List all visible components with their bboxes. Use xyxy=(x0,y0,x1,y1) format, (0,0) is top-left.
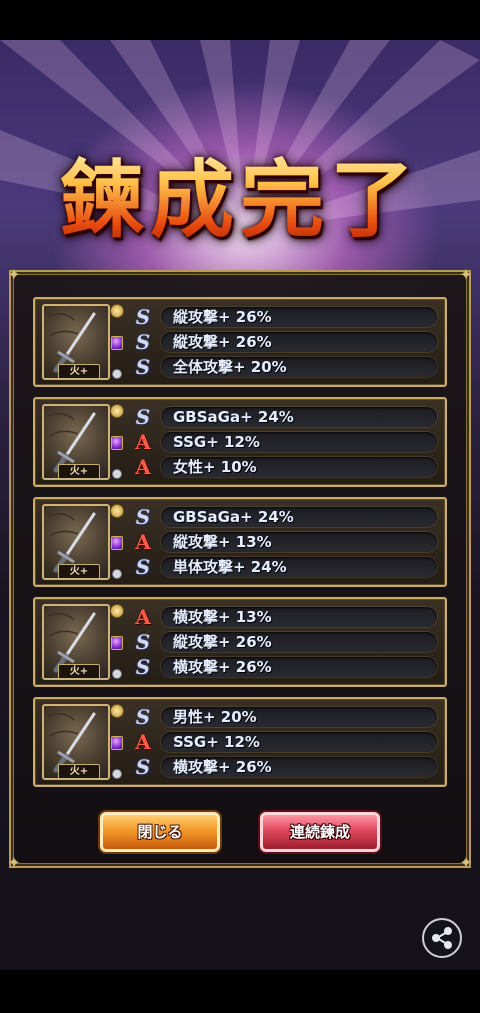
skill-text: 男性+ 20% xyxy=(173,708,257,726)
skill-text: 縦攻撃+ 26% xyxy=(173,308,272,326)
orb-icon xyxy=(112,669,122,679)
slot-icons xyxy=(110,303,126,383)
medal-icon xyxy=(110,704,124,718)
skill-row: S 縦攻撃+ 26% xyxy=(133,306,439,328)
rank-a-icon: A xyxy=(135,730,151,754)
skill-row: S 縦攻撃+ 26% xyxy=(133,631,439,653)
rank-a-icon: A xyxy=(135,430,151,454)
orb-icon xyxy=(112,469,122,479)
skill-row: A 縦攻撃+ 13% xyxy=(133,531,439,553)
skill-row: S 単体攻撃+ 24% xyxy=(133,556,439,578)
rank-s-icon: S xyxy=(135,755,151,779)
rank-s-icon: S xyxy=(135,505,151,529)
skill-row: A SSG+ 12% xyxy=(133,431,439,453)
sword-icon: 火+ xyxy=(42,704,110,780)
skill-text: SSG+ 12% xyxy=(173,433,260,451)
skill-row: S 横攻撃+ 26% xyxy=(133,756,439,778)
skill-text: 縦攻撃+ 26% xyxy=(173,333,272,351)
rank-a-icon: A xyxy=(135,455,151,479)
corner-ornament: ✦ xyxy=(7,265,21,284)
skill-row: S 男性+ 20% xyxy=(133,706,439,728)
skill-row: S 縦攻撃+ 26% xyxy=(133,331,439,353)
corner-ornament: ✦ xyxy=(459,853,473,872)
element-badge: 火+ xyxy=(58,664,100,678)
sword-icon: 火+ xyxy=(42,304,110,380)
skill-text: 縦攻撃+ 13% xyxy=(173,533,272,551)
element-badge: 火+ xyxy=(58,564,100,578)
skill-row: S GBSaGa+ 24% xyxy=(133,406,439,428)
orb-icon xyxy=(112,769,122,779)
skill-text: GBSaGa+ 24% xyxy=(173,408,294,426)
share-icon[interactable] xyxy=(422,918,462,958)
gem-icon xyxy=(111,436,123,450)
rank-s-icon: S xyxy=(135,630,151,654)
rank-s-icon: S xyxy=(135,655,151,679)
orb-icon xyxy=(112,369,122,379)
system-nav-bar xyxy=(0,970,480,1013)
rank-s-icon: S xyxy=(135,405,151,429)
medal-icon xyxy=(110,504,124,518)
weapon-result-card[interactable]: 火+ A 横攻撃+ 13% S 縦攻撃+ 26% S 横攻撃+ 26% xyxy=(33,597,447,687)
rank-a-icon: A xyxy=(135,530,151,554)
skill-text: 単体攻撃+ 24% xyxy=(173,558,287,576)
rank-s-icon: S xyxy=(135,355,151,379)
gem-icon xyxy=(111,736,123,750)
element-badge: 火+ xyxy=(58,764,100,778)
skill-row: A 女性+ 10% xyxy=(133,456,439,478)
skill-text: 横攻撃+ 13% xyxy=(173,608,272,626)
weapon-result-card[interactable]: 火+ S GBSaGa+ 24% A 縦攻撃+ 13% S 単体攻撃+ 24% xyxy=(33,497,447,587)
medal-icon xyxy=(110,404,124,418)
sword-icon: 火+ xyxy=(42,404,110,480)
slot-icons xyxy=(110,403,126,483)
skill-row: S GBSaGa+ 24% xyxy=(133,506,439,528)
skill-row: S 全体攻撃+ 20% xyxy=(133,356,439,378)
repeat-forge-button[interactable]: 連続鍊成 xyxy=(260,812,380,852)
orb-icon xyxy=(112,569,122,579)
slot-icons xyxy=(110,503,126,583)
weapon-result-card[interactable]: 火+ S 縦攻撃+ 26% S 縦攻撃+ 26% S 全体攻撃+ 20% xyxy=(33,297,447,387)
skill-row: S 横攻撃+ 26% xyxy=(133,656,439,678)
sword-icon: 火+ xyxy=(42,604,110,680)
rank-s-icon: S xyxy=(135,305,151,329)
slot-icons xyxy=(110,603,126,683)
close-button[interactable]: 閉じる xyxy=(100,812,220,852)
corner-ornament: ✦ xyxy=(459,265,473,284)
skill-text: SSG+ 12% xyxy=(173,733,260,751)
sword-icon: 火+ xyxy=(42,504,110,580)
gem-icon xyxy=(111,336,123,350)
skill-text: 横攻撃+ 26% xyxy=(173,758,272,776)
skill-row: A SSG+ 12% xyxy=(133,731,439,753)
rank-s-icon: S xyxy=(135,705,151,729)
skill-text: 全体攻撃+ 20% xyxy=(173,358,287,376)
gem-icon xyxy=(111,636,123,650)
skill-text: 女性+ 10% xyxy=(173,458,257,476)
status-bar xyxy=(0,0,480,40)
skill-text: 横攻撃+ 26% xyxy=(173,658,272,676)
element-badge: 火+ xyxy=(58,364,100,378)
skill-text: GBSaGa+ 24% xyxy=(173,508,294,526)
weapon-result-card[interactable]: 火+ S GBSaGa+ 24% A SSG+ 12% A 女性+ 10% xyxy=(33,397,447,487)
medal-icon xyxy=(110,304,124,318)
corner-ornament: ✦ xyxy=(7,853,21,872)
weapon-result-card[interactable]: 火+ S 男性+ 20% A SSG+ 12% S 横攻撃+ 26% xyxy=(33,697,447,787)
slot-icons xyxy=(110,703,126,783)
skill-text: 縦攻撃+ 26% xyxy=(173,633,272,651)
skill-row: A 横攻撃+ 13% xyxy=(133,606,439,628)
rank-a-icon: A xyxy=(135,605,151,629)
gem-icon xyxy=(111,536,123,550)
page-title: 鍊成完了 xyxy=(40,140,440,260)
medal-icon xyxy=(110,604,124,618)
element-badge: 火+ xyxy=(58,464,100,478)
rank-s-icon: S xyxy=(135,330,151,354)
rank-s-icon: S xyxy=(135,555,151,579)
